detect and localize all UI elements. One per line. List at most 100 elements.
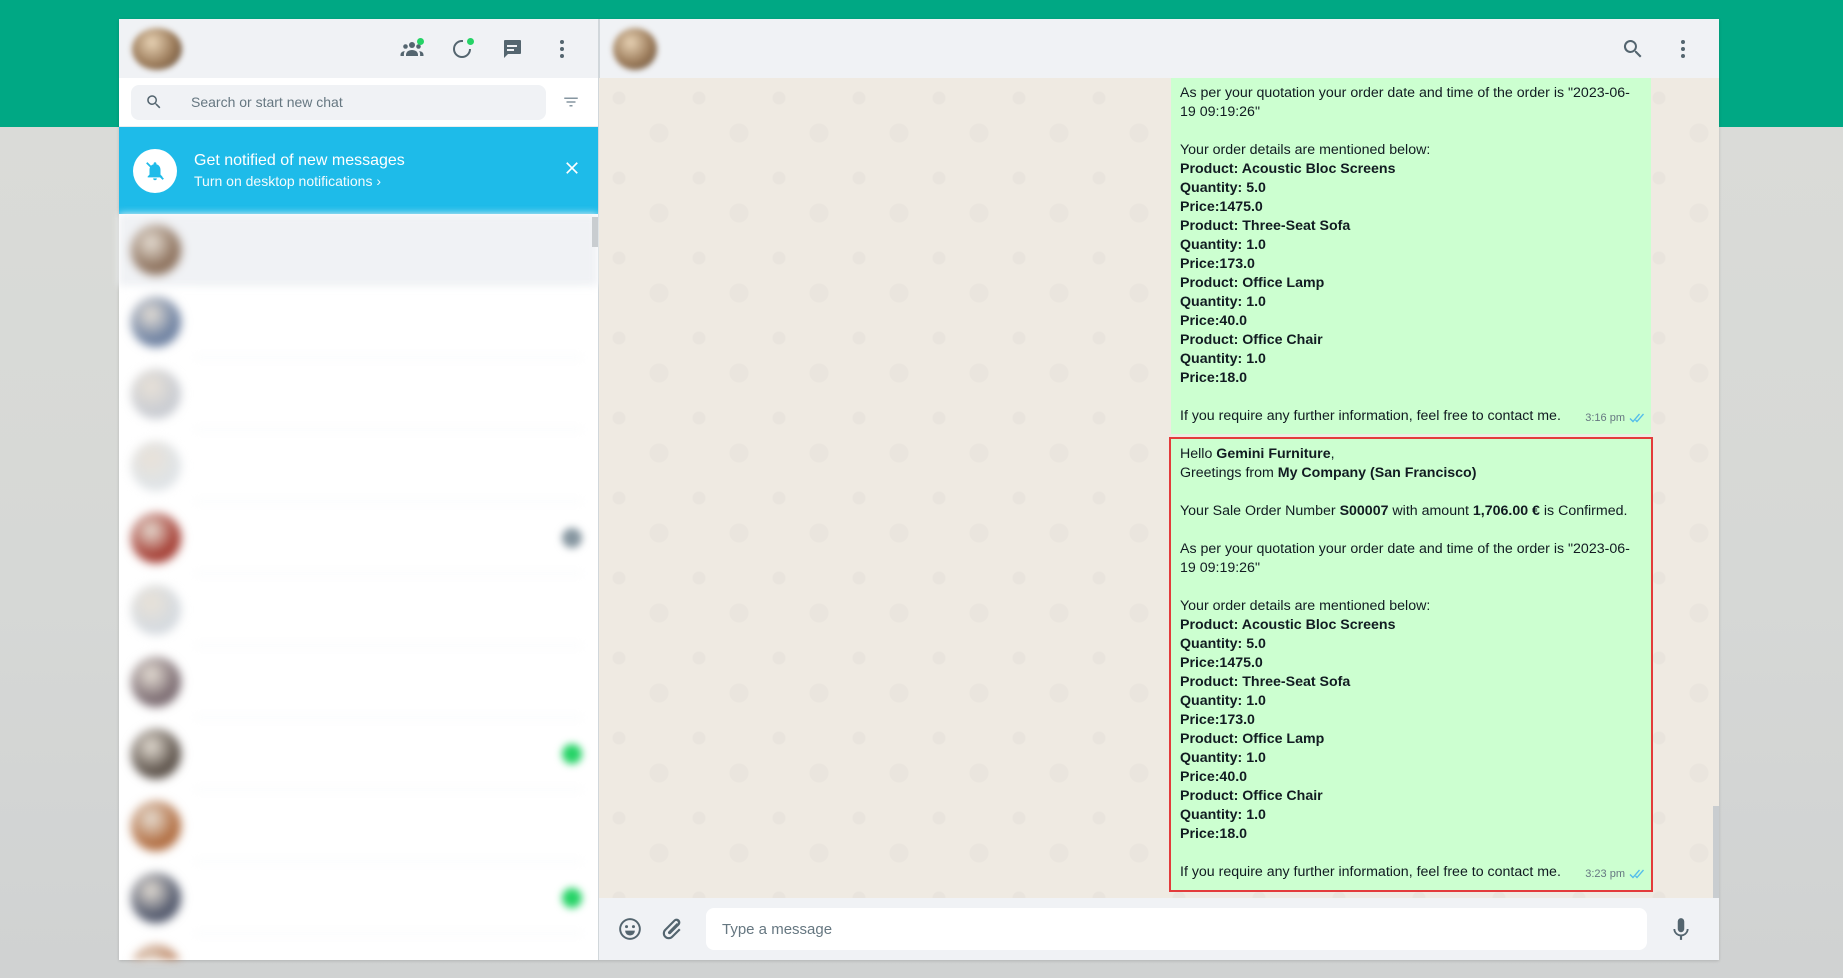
new-chat-icon bbox=[504, 39, 521, 58]
bell-off-icon bbox=[133, 148, 177, 193]
notification-title: Get notified of new messages bbox=[194, 152, 405, 169]
message-composer bbox=[599, 898, 1719, 960]
double-check-icon bbox=[1629, 869, 1644, 879]
unread-badge bbox=[562, 743, 582, 764]
chat-list-item[interactable] bbox=[119, 862, 598, 934]
customer-name: Gemini Furniture bbox=[1216, 446, 1331, 462]
chat-avatar bbox=[131, 585, 181, 635]
contact-avatar[interactable] bbox=[613, 27, 657, 70]
order-text-pre: Your Sale Order Number bbox=[1180, 503, 1340, 519]
order-item-price: Price:18.0 bbox=[1180, 826, 1248, 842]
message-details-heading: Your order details are mentioned below: bbox=[1180, 598, 1431, 614]
order-item-product: Product: Office Lamp bbox=[1180, 731, 1325, 747]
sidebar: Get notified of new messages Turn on des… bbox=[119, 19, 599, 960]
chat-list-item[interactable] bbox=[119, 718, 598, 790]
communities-button[interactable] bbox=[392, 29, 432, 69]
status-dot bbox=[467, 37, 474, 45]
order-item-quantity: Quantity: 1.0 bbox=[1180, 237, 1266, 253]
order-item-price: Price:173.0 bbox=[1180, 256, 1255, 272]
new-chat-button[interactable] bbox=[492, 29, 532, 69]
close-icon bbox=[566, 162, 578, 174]
sidebar-scrollbar[interactable] bbox=[592, 217, 598, 247]
chat-avatar bbox=[131, 657, 181, 707]
message-input[interactable] bbox=[722, 920, 1647, 938]
order-number: S00007 bbox=[1339, 503, 1389, 519]
search-messages-button[interactable] bbox=[1613, 29, 1653, 69]
message-input-box[interactable] bbox=[706, 908, 1647, 950]
chat-list-item[interactable] bbox=[119, 430, 598, 502]
message-closing: If you require any further information, … bbox=[1180, 864, 1561, 880]
sidebar-menu-button[interactable] bbox=[542, 29, 582, 69]
order-item-quantity: Quantity: 5.0 bbox=[1180, 636, 1266, 652]
microphone-icon bbox=[1673, 918, 1689, 940]
whatsapp-web-window: Get notified of new messages Turn on des… bbox=[119, 19, 1719, 960]
unread-filter-button[interactable] bbox=[556, 87, 586, 117]
chat-list-item[interactable] bbox=[119, 286, 598, 358]
message-time: 3:23 pm bbox=[1585, 868, 1625, 880]
search-input[interactable] bbox=[191, 94, 521, 110]
chat-list-item[interactable] bbox=[119, 790, 598, 862]
chat-list bbox=[119, 214, 598, 960]
order-item-quantity: Quantity: 1.0 bbox=[1180, 294, 1266, 310]
double-check-icon bbox=[1629, 413, 1644, 423]
chat-list-item[interactable] bbox=[119, 214, 598, 286]
order-item-product: Product: Acoustic Bloc Screens bbox=[1180, 161, 1396, 177]
order-item-quantity: Quantity: 1.0 bbox=[1180, 693, 1266, 709]
conversation-scrollbar[interactable] bbox=[1713, 806, 1719, 898]
order-item-product: Product: Office Chair bbox=[1180, 332, 1323, 348]
chat-avatar bbox=[131, 729, 181, 779]
order-item-product: Product: Three-Seat Sofa bbox=[1180, 218, 1351, 234]
chat-list-item[interactable] bbox=[119, 358, 598, 430]
chat-avatar bbox=[131, 801, 181, 851]
chat-list-item[interactable] bbox=[119, 934, 598, 960]
voice-message-button[interactable] bbox=[1661, 909, 1701, 949]
search-row bbox=[119, 78, 598, 127]
emoji-button[interactable] bbox=[610, 909, 650, 949]
chat-avatar bbox=[131, 945, 181, 960]
order-item-price: Price:1475.0 bbox=[1180, 199, 1263, 215]
status-button[interactable] bbox=[442, 29, 482, 69]
chat-avatar bbox=[131, 225, 181, 275]
order-item-product: Product: Acoustic Bloc Screens bbox=[1180, 617, 1396, 633]
desktop-notification-banner[interactable]: Get notified of new messages Turn on des… bbox=[119, 127, 598, 214]
message-quotation: As per your quotation your order date an… bbox=[1180, 85, 1630, 120]
outgoing-message-highlighted[interactable]: Hello Gemini Furniture, Greetings from M… bbox=[1169, 437, 1653, 892]
order-item-product: Product: Three-Seat Sofa bbox=[1180, 674, 1351, 690]
order-items: Product: Acoustic Bloc Screens Quantity: … bbox=[1180, 160, 1644, 388]
close-notification-button[interactable] bbox=[562, 158, 582, 183]
attach-button[interactable] bbox=[652, 909, 692, 949]
order-item-product: Product: Office Chair bbox=[1180, 788, 1323, 804]
menu-icon bbox=[560, 39, 564, 58]
message-closing: If you require any further information, … bbox=[1180, 408, 1561, 424]
unread-badge bbox=[562, 887, 582, 908]
order-item-price: Price:1475.0 bbox=[1180, 655, 1263, 671]
outgoing-message[interactable]: As per your quotation your order date an… bbox=[1171, 78, 1651, 434]
order-item-product: Product: Office Lamp bbox=[1180, 275, 1325, 291]
comma: , bbox=[1330, 446, 1335, 462]
conversation-header[interactable] bbox=[599, 19, 1719, 78]
search-box[interactable] bbox=[131, 84, 546, 120]
order-item-price: Price:40.0 bbox=[1180, 313, 1248, 329]
order-item-price: Price:40.0 bbox=[1180, 769, 1248, 785]
chat-avatar bbox=[131, 513, 181, 563]
filter-icon bbox=[564, 97, 578, 107]
order-items: Product: Acoustic Bloc Screens Quantity: … bbox=[1180, 616, 1644, 844]
chat-list-item[interactable] bbox=[119, 574, 598, 646]
order-item-quantity: Quantity: 5.0 bbox=[1180, 180, 1266, 196]
chat-list-item[interactable] bbox=[119, 502, 598, 574]
conversation-panel: As per your quotation your order date an… bbox=[599, 19, 1719, 960]
search-icon bbox=[1623, 39, 1642, 57]
order-item-price: Price:18.0 bbox=[1180, 370, 1248, 386]
chat-list-item[interactable] bbox=[119, 646, 598, 718]
menu-icon bbox=[1681, 39, 1685, 58]
paperclip-icon bbox=[662, 918, 681, 940]
message-time: 3:16 pm bbox=[1585, 412, 1625, 424]
order-text-post: is Confirmed. bbox=[1539, 503, 1628, 519]
message-hello: Hello bbox=[1180, 446, 1217, 462]
order-item-quantity: Quantity: 1.0 bbox=[1180, 807, 1266, 823]
user-avatar[interactable] bbox=[132, 27, 182, 70]
notification-link[interactable]: Turn on desktop notifications › bbox=[194, 171, 562, 191]
conversation-menu-button[interactable] bbox=[1663, 29, 1703, 69]
emoji-icon bbox=[619, 918, 641, 940]
order-text-mid: with amount bbox=[1388, 503, 1473, 519]
